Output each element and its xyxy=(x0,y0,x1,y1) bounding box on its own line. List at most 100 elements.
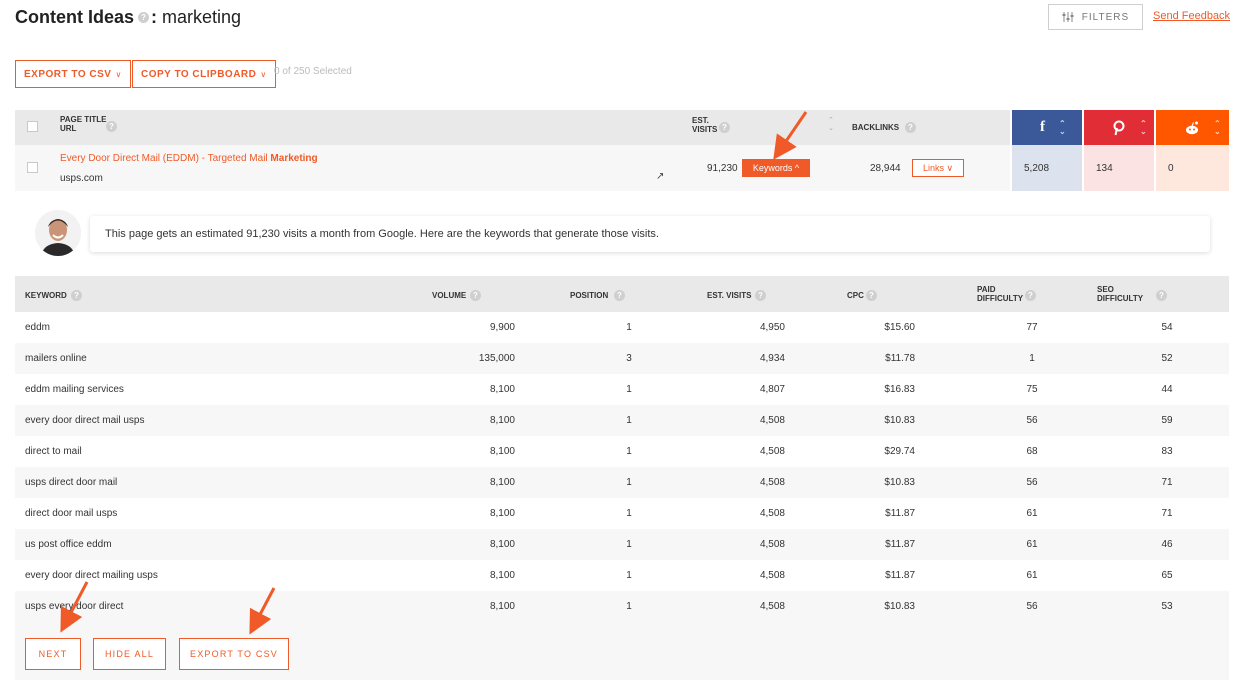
title-separator: : xyxy=(151,7,157,27)
keyword-header-label: KEYWORD xyxy=(25,291,67,300)
export-csv-dropdown[interactable]: EXPORT TO CSV ∨ xyxy=(15,60,131,88)
position-cell: 3 xyxy=(605,343,653,374)
help-icon[interactable]: ? xyxy=(866,290,877,301)
paid-difficulty-cell: 61 xyxy=(1012,498,1052,529)
position-cell: 1 xyxy=(605,312,653,343)
seo-difficulty-cell: 59 xyxy=(1147,405,1187,436)
reddit-column-header[interactable]: ⌃⌄ xyxy=(1156,110,1229,145)
links-button[interactable]: Links ∨ xyxy=(912,159,964,177)
facebook-column-header[interactable]: f ⌃⌄ xyxy=(1012,110,1082,145)
volume-header[interactable]: VOLUME xyxy=(432,291,466,300)
est-visits-cell: 4,508 xyxy=(715,436,785,467)
position-cell: 1 xyxy=(605,467,653,498)
help-icon[interactable]: ? xyxy=(719,122,730,133)
help-icon[interactable]: ? xyxy=(470,290,481,301)
backlinks-header[interactable]: BACKLINKS xyxy=(852,123,899,132)
position-cell: 1 xyxy=(605,498,653,529)
avatar xyxy=(35,210,81,256)
table-row: eddm mailing services 8,100 1 4,807 $16.… xyxy=(15,374,1229,405)
cpc-header[interactable]: CPC xyxy=(847,291,864,300)
url-header-label: URL xyxy=(60,124,107,133)
seo-label: SEO xyxy=(1097,285,1143,294)
help-icon[interactable]: ? xyxy=(71,290,82,301)
help-icon[interactable]: ? xyxy=(755,290,766,301)
selected-count: 0 of 250 Selected xyxy=(274,66,352,77)
keyword-cell: eddm mailing services xyxy=(25,374,124,405)
est-visits-column-header[interactable]: EST. VISITS xyxy=(707,291,751,300)
paid-difficulty-cell: 1 xyxy=(1012,343,1052,374)
keyword-cell: direct door mail usps xyxy=(25,498,117,529)
page-title-link[interactable]: Every Door Direct Mail (EDDM) - Targeted… xyxy=(60,153,318,164)
sort-icon[interactable]: ⌃⌄ xyxy=(828,117,834,133)
cpc-cell: $15.60 xyxy=(845,312,915,343)
filters-label: FILTERS xyxy=(1082,12,1129,23)
keyword-header[interactable]: KEYWORD xyxy=(25,291,67,300)
keyword-cell: mailers online xyxy=(25,343,87,374)
facebook-shares: 5,208 xyxy=(1012,145,1082,191)
page-row xyxy=(15,145,1010,191)
keyword-cell: usps direct door mail xyxy=(25,467,117,498)
title-label: Content Ideas xyxy=(15,7,134,27)
sort-icon: ⌃⌄ xyxy=(1059,120,1066,136)
seo-difficulty-cell: 46 xyxy=(1147,529,1187,560)
est-header-label: EST. xyxy=(692,116,717,125)
search-query: marketing xyxy=(162,7,241,27)
keywords-button[interactable]: Keywords ^ xyxy=(742,159,810,177)
keyword-cell: eddm xyxy=(25,312,50,343)
table-row: usps every door direct 8,100 1 4,508 $10… xyxy=(15,591,1229,622)
page-url: usps.com xyxy=(60,173,103,184)
reddit-shares: 0 xyxy=(1156,145,1229,191)
cpc-cell: $11.87 xyxy=(845,560,915,591)
page-title-url-header[interactable]: PAGE TITLE URL xyxy=(60,115,107,133)
volume-cell: 8,100 xyxy=(415,591,515,622)
position-cell: 1 xyxy=(605,560,653,591)
paid-difficulty-cell: 56 xyxy=(1012,405,1052,436)
send-feedback-link[interactable]: Send Feedback xyxy=(1153,10,1230,22)
help-icon[interactable]: ? xyxy=(1156,290,1167,301)
paid-difficulty-cell: 77 xyxy=(1012,312,1052,343)
table-row: every door direct mail usps 8,100 1 4,50… xyxy=(15,405,1229,436)
seo-difficulty-header[interactable]: SEO DIFFICULTY xyxy=(1097,285,1143,303)
help-icon[interactable]: ? xyxy=(1025,290,1036,301)
cpc-cell: $29.74 xyxy=(845,436,915,467)
position-header[interactable]: POSITION xyxy=(570,291,608,300)
hide-all-button[interactable]: HIDE ALL xyxy=(93,638,166,670)
paid-difficulty-cell: 61 xyxy=(1012,529,1052,560)
pinterest-shares: 134 xyxy=(1084,145,1154,191)
paid-difficulty-header[interactable]: PAID DIFFICULTY xyxy=(977,285,1023,303)
cpc-cell: $16.83 xyxy=(845,374,915,405)
pinterest-column-header[interactable]: ⌃⌄ xyxy=(1084,110,1154,145)
external-link-icon[interactable]: ↗ xyxy=(656,171,664,182)
est-visits-header[interactable]: EST. VISITS xyxy=(692,116,717,134)
paid-difficulty-cell: 68 xyxy=(1012,436,1052,467)
sort-icon: ⌃⌄ xyxy=(1214,120,1221,136)
copy-clipboard-dropdown[interactable]: COPY TO CLIPBOARD ∨ xyxy=(132,60,276,88)
export-csv-button[interactable]: EXPORT TO CSV xyxy=(179,638,289,670)
volume-cell: 8,100 xyxy=(415,467,515,498)
chevron-down-icon: ∨ xyxy=(115,70,121,79)
table-row: eddm 9,900 1 4,950 $15.60 77 54 xyxy=(15,312,1229,343)
est-visits-cell: 4,950 xyxy=(715,312,785,343)
help-icon[interactable]: ? xyxy=(138,12,149,23)
help-icon[interactable]: ? xyxy=(905,122,916,133)
est-visits-cell: 4,508 xyxy=(715,560,785,591)
est-visits-cell: 4,934 xyxy=(715,343,785,374)
row-checkbox[interactable] xyxy=(27,162,38,173)
seo-difficulty-cell: 83 xyxy=(1147,436,1187,467)
seo-difficulty-cell: 71 xyxy=(1147,467,1187,498)
seo-difficulty-cell: 53 xyxy=(1147,591,1187,622)
cpc-cell: $11.78 xyxy=(845,343,915,374)
paid-difficulty-cell: 75 xyxy=(1012,374,1052,405)
select-all-checkbox[interactable] xyxy=(27,121,38,132)
difficulty-label: DIFFICULTY xyxy=(977,294,1023,303)
cpc-cell: $11.87 xyxy=(845,498,915,529)
seo-difficulty-cell: 54 xyxy=(1147,312,1187,343)
backlinks-value: 28,944 xyxy=(870,163,901,174)
est-visits-cell: 4,508 xyxy=(715,591,785,622)
help-icon[interactable]: ? xyxy=(106,121,117,132)
filters-button[interactable]: FILTERS xyxy=(1048,4,1143,30)
help-icon[interactable]: ? xyxy=(614,290,625,301)
paid-difficulty-cell: 61 xyxy=(1012,560,1052,591)
next-button[interactable]: NEXT xyxy=(25,638,81,670)
paid-label: PAID xyxy=(977,285,1023,294)
